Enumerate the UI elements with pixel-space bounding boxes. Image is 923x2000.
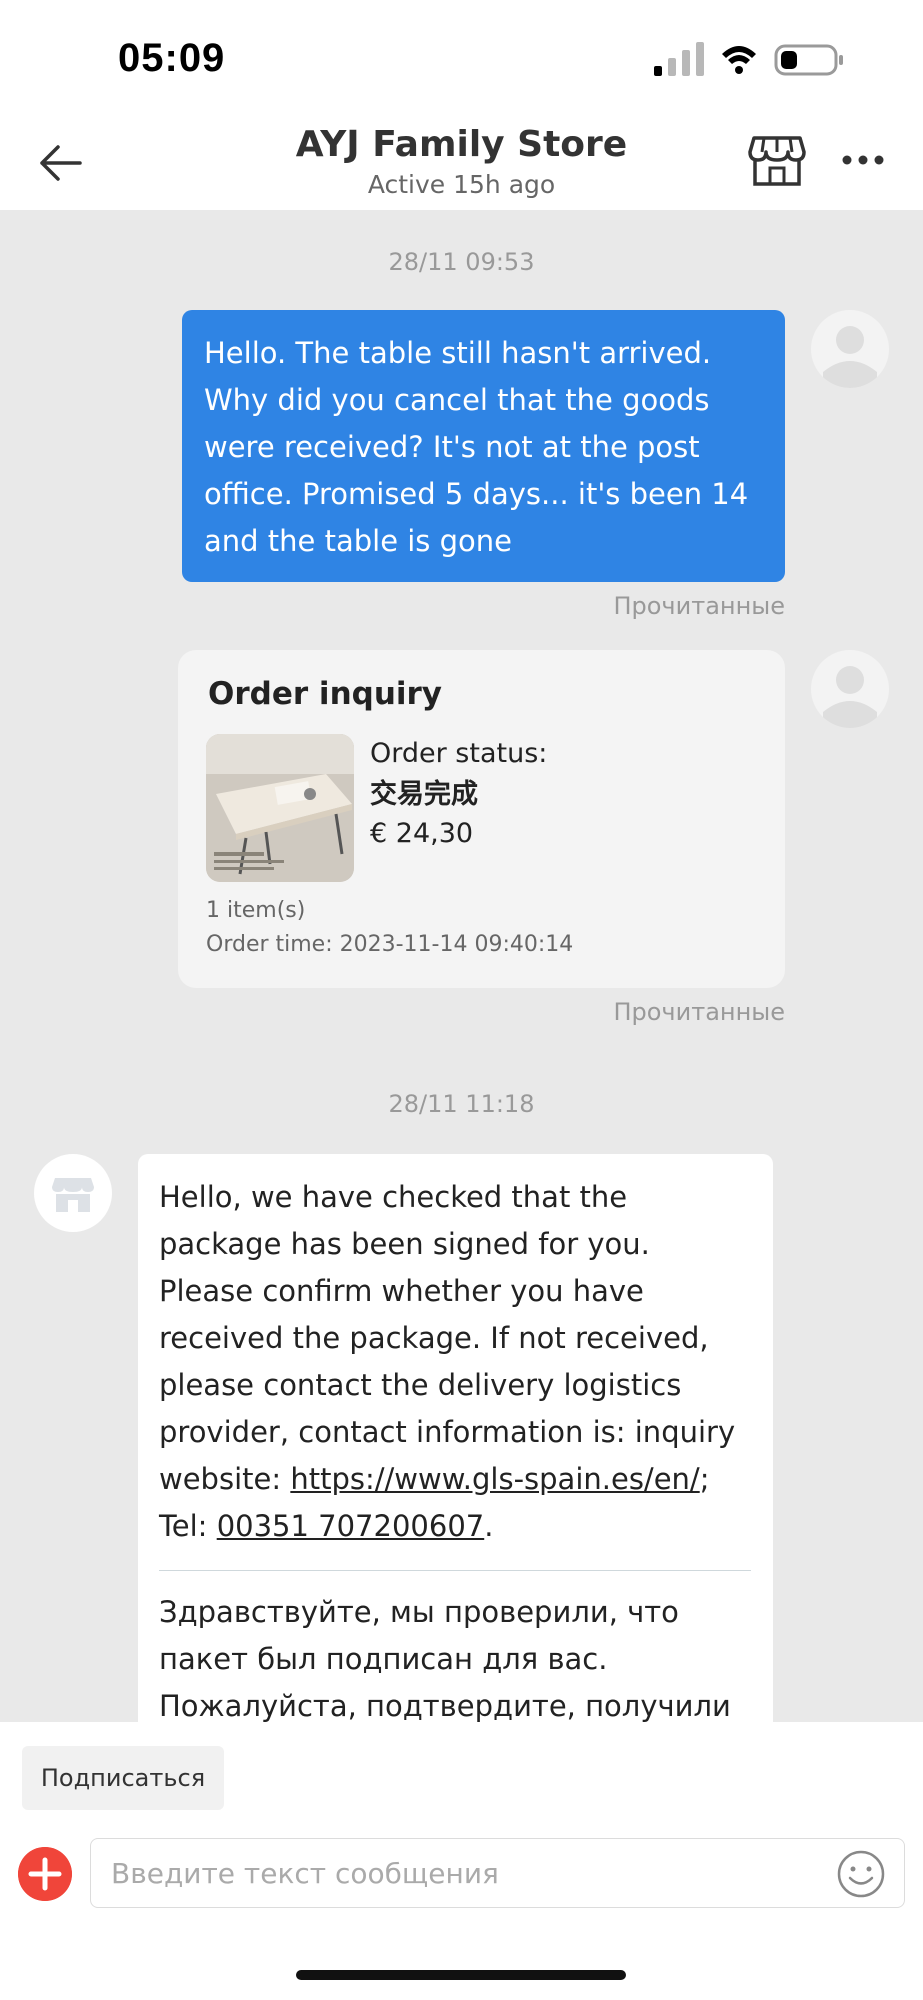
emoji-icon[interactable] [836, 1849, 886, 1899]
store-message-ru: Здравствуйте, мы проверили, что пакет бы… [159, 1595, 731, 1722]
timestamp: 28/11 11:18 [388, 1090, 535, 1118]
product-image[interactable] [206, 734, 354, 882]
order-time: Order time: 2023-11-14 09:40:14 [206, 932, 574, 957]
shop-icon[interactable] [748, 134, 806, 188]
user-message-bubble[interactable]: Hello. The table still hasn't arrived. W… [182, 310, 785, 582]
wifi-icon [722, 46, 756, 74]
store-avatar-icon [52, 1178, 94, 1212]
message-input[interactable]: Введите текст сообщения [90, 1838, 905, 1908]
subscribe-button[interactable]: Подписаться [22, 1746, 224, 1810]
store-message-bubble[interactable]: Hello, we have checked that the package … [138, 1154, 773, 1722]
status-time: 05:09 [118, 36, 226, 80]
status-bar: 05:09 [0, 0, 923, 110]
cellular-signal-icon [654, 42, 704, 76]
phone-link[interactable]: 00351 707200607 [217, 1509, 485, 1543]
battery-icon [774, 44, 843, 76]
message-input-placeholder: Введите текст сообщения [111, 1857, 499, 1890]
user-avatar-icon [823, 326, 877, 388]
chat-area[interactable]: 28/11 09:53 Hello. The table still hasn'… [0, 210, 923, 1722]
order-inquiry-card[interactable]: Order inquiry Order status: 交易完成 € 24,30… [178, 650, 785, 988]
status-icons [654, 42, 843, 76]
store-message-en: Hello, we have checked that the package … [159, 1174, 751, 1550]
tel-suffix: . [484, 1509, 494, 1543]
user-avatar [811, 650, 889, 728]
plus-icon[interactable] [18, 1847, 72, 1901]
user-avatar [811, 310, 889, 388]
bottom-composer: Подписаться Введите текст сообщения [0, 1722, 923, 2000]
store-avatar[interactable] [34, 1154, 112, 1232]
gls-website-link[interactable]: https://www.gls-spain.es/en/ [290, 1462, 699, 1496]
order-status-label: Order status: [370, 738, 548, 769]
home-indicator[interactable] [296, 1970, 626, 1980]
order-item-count: 1 item(s) [206, 898, 306, 923]
translation-divider [159, 1570, 751, 1571]
user-avatar-icon [823, 666, 877, 728]
order-price: € 24,30 [370, 818, 474, 849]
more-icon[interactable] [840, 140, 886, 180]
store-message-text: Hello, we have checked that the package … [159, 1180, 736, 1496]
read-receipt: Прочитанные [613, 592, 785, 620]
order-status-value: 交易完成 [370, 779, 478, 810]
read-receipt: Прочитанные [613, 998, 785, 1026]
chat-header: AYJ Family Store Active 15h ago [0, 110, 923, 210]
timestamp: 28/11 09:53 [388, 248, 535, 276]
order-card-title: Order inquiry [208, 676, 443, 712]
